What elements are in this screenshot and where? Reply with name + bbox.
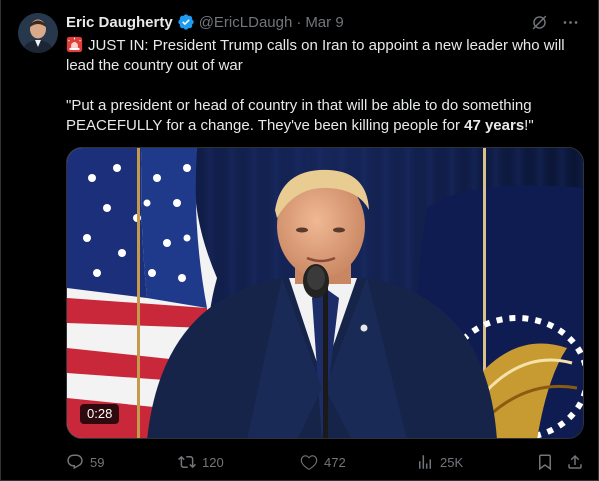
bookmark-icon [539,454,551,471]
grok-icon[interactable] [530,13,549,32]
views-count: 25K [440,454,464,470]
like-button[interactable]: 472 [300,452,346,472]
tweet-header: Eric Daugherty @EricLDaugh · Mar 9 [66,12,344,32]
tweet-card[interactable]: Eric Daugherty @EricLDaugh · Mar 9 JUST … [0,0,599,481]
repost-count: 120 [202,454,224,470]
analytics-icon [419,455,431,469]
share-button[interactable] [566,452,584,472]
quote-text-start: "Put a president or head of country in t… [66,97,532,134]
headline-text: JUST IN: President Trump calls on Iran t… [66,37,565,74]
quote-text-bold: 47 years [464,117,525,134]
repost-button[interactable]: 120 [178,452,224,472]
author-handle[interactable]: @EricLDaugh [199,14,293,31]
action-bar: 59 120 472 25K [66,452,586,472]
more-options-icon[interactable] [561,13,580,32]
video-player[interactable]: 0:28 [66,147,584,439]
quote: "Put a president or head of country in t… [66,96,586,136]
separator: · [296,13,302,31]
reply-count: 59 [90,454,105,470]
video-duration: 0:28 [80,404,120,424]
avatar[interactable] [18,13,58,53]
headline: JUST IN: President Trump calls on Iran t… [66,36,586,76]
reply-icon [67,454,83,470]
heart-icon [300,455,318,471]
tweet-text: JUST IN: President Trump calls on Iran t… [66,36,586,136]
tweet-date[interactable]: Mar 9 [305,14,343,31]
rotating-light-icon [66,36,83,53]
views-button[interactable]: 25K [416,452,463,472]
repost-icon [178,455,196,469]
reply-button[interactable]: 59 [66,452,104,472]
author-name[interactable]: Eric Daugherty [66,14,173,31]
video-thumbnail [67,148,583,438]
quote-text-end: !" [524,117,534,134]
like-count: 472 [324,454,346,470]
bookmark-button[interactable] [536,452,554,472]
share-icon [568,454,582,469]
verified-badge-icon [178,14,194,30]
top-actions [530,13,580,32]
